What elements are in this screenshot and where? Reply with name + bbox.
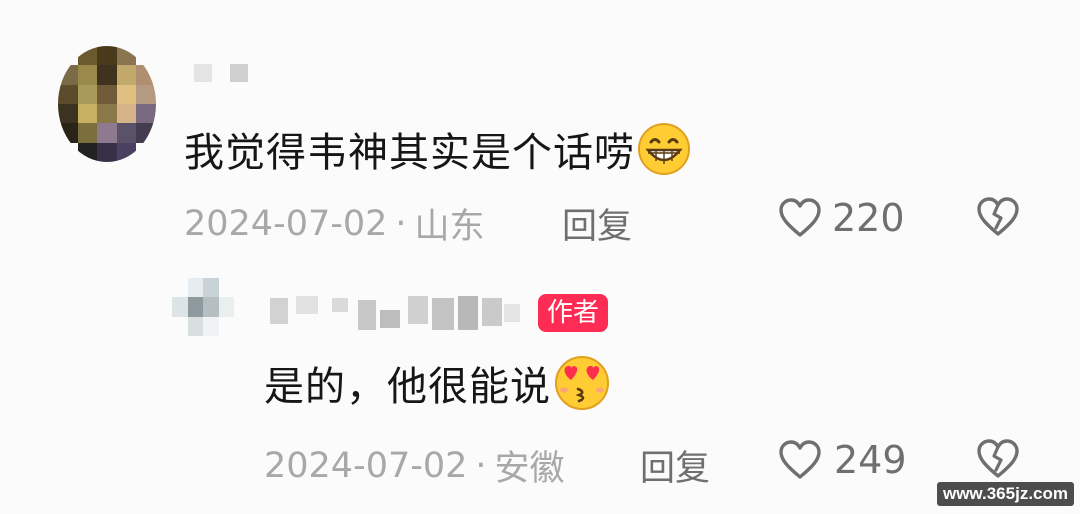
author-badge: 作者 <box>538 294 609 332</box>
meta-separator: · <box>475 445 487 486</box>
heart-icon <box>779 198 821 237</box>
reply-location: 安徽 <box>494 449 565 489</box>
watermark: www.365jz.com <box>936 482 1074 506</box>
meta-separator: · <box>395 203 407 244</box>
username-blurred[interactable] <box>268 294 522 334</box>
comment-meta: 2024-07-02 · 山东 <box>184 198 485 249</box>
comment-location: 山东 <box>414 207 485 247</box>
like-button[interactable]: 220 <box>778 196 905 240</box>
reply-date: 2024-07-02 <box>264 445 468 486</box>
reply-text: 是的，他很能说 <box>264 364 551 410</box>
kissing-heart-eyes-icon <box>555 356 609 410</box>
dislike-broken-heart-icon[interactable] <box>976 438 1020 480</box>
heart-icon <box>779 440 821 479</box>
reply-button[interactable]: 回复 <box>640 440 710 491</box>
like-count: 249 <box>834 438 907 482</box>
dislike-broken-heart-icon[interactable] <box>976 196 1020 238</box>
username-blurred[interactable] <box>194 64 250 82</box>
like-button[interactable]: 249 <box>778 438 907 482</box>
comment-body: 我觉得韦神其实是个话唠 <box>184 120 691 178</box>
comment-date: 2024-07-02 <box>184 203 388 244</box>
avatar[interactable] <box>58 46 156 162</box>
comment-text: 我觉得韦神其实是个话唠 <box>184 130 635 176</box>
avatar[interactable] <box>172 278 234 336</box>
reply-meta: 2024-07-02 · 安徽 <box>264 440 565 491</box>
like-count: 220 <box>832 196 905 240</box>
reply-body: 是的，他很能说 <box>264 354 611 412</box>
reply-button[interactable]: 回复 <box>562 198 632 249</box>
grinning-face-icon <box>638 123 690 175</box>
